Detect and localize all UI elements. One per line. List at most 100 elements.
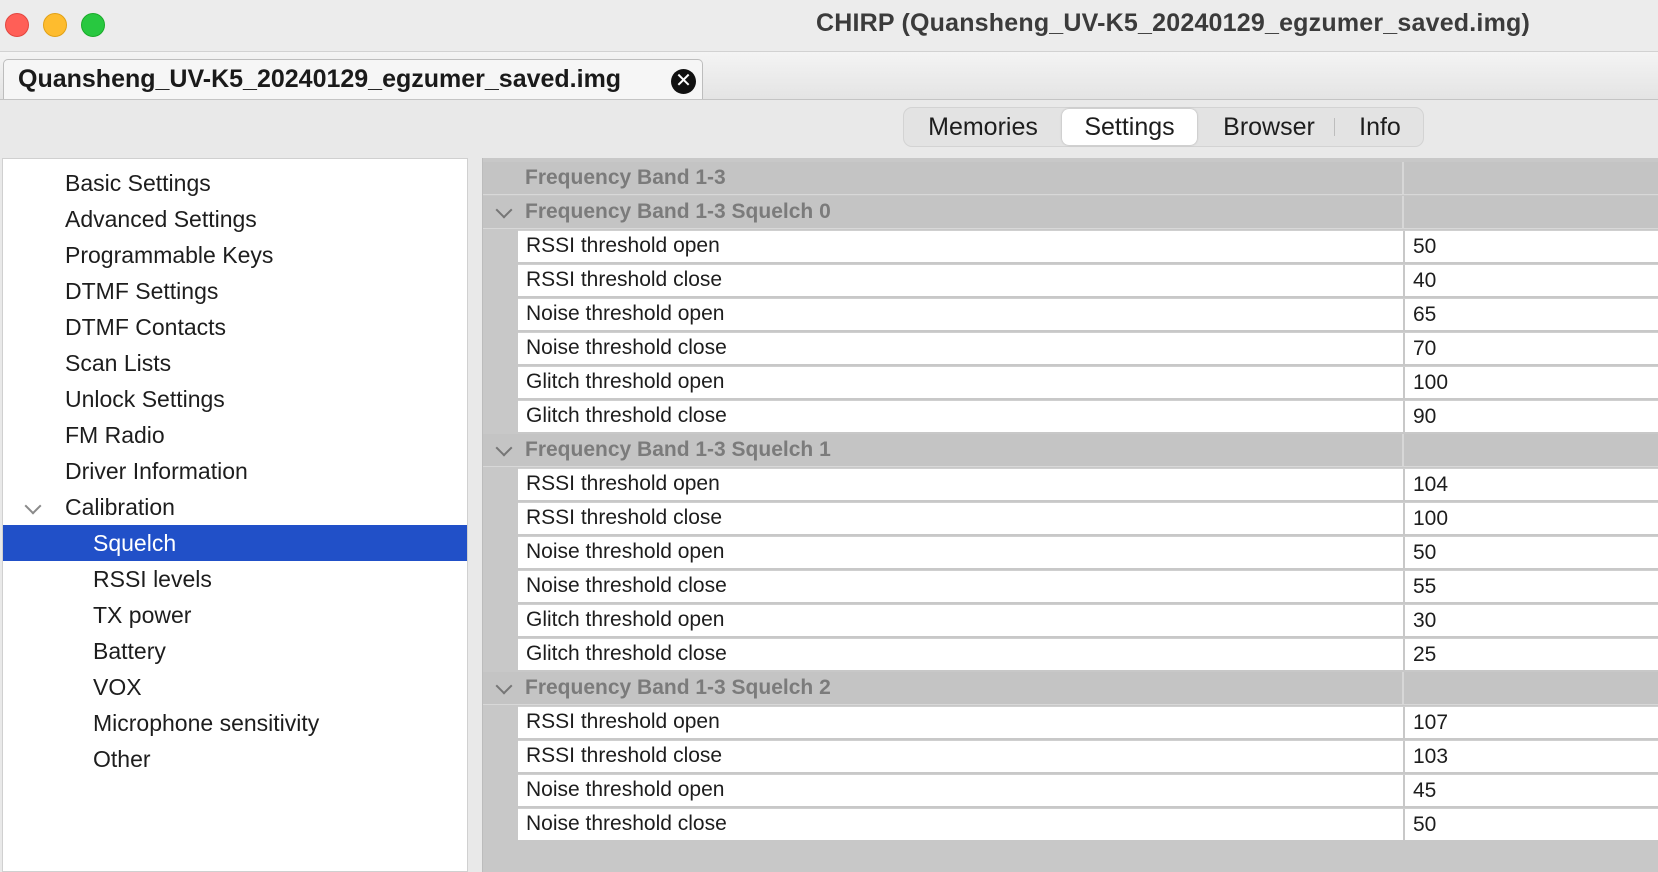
setting-row: Glitch threshold close 25 <box>518 638 1658 670</box>
setting-value[interactable]: 70 <box>1403 333 1658 364</box>
tree-item-other[interactable]: Other <box>3 741 467 777</box>
setting-name: RSSI threshold open <box>526 472 720 495</box>
setting-value[interactable]: 104 <box>1403 469 1658 500</box>
setting-name: Noise threshold close <box>526 812 727 835</box>
column-separator <box>1402 162 1404 195</box>
tree-item-label: Microphone sensitivity <box>93 710 320 736</box>
tab-browser[interactable]: Browser <box>1204 108 1334 146</box>
tree-item-driver-information[interactable]: Driver Information <box>3 453 467 489</box>
chevron-down-icon[interactable] <box>24 497 42 515</box>
tree-item-microphone-sensitivity[interactable]: Microphone sensitivity <box>3 705 467 741</box>
tree-item-label: DTMF Settings <box>65 278 219 304</box>
setting-name: Glitch threshold open <box>526 608 725 631</box>
setting-value[interactable]: 50 <box>1403 537 1658 568</box>
tree-item-label: VOX <box>93 674 142 700</box>
tree-item-fm-radio[interactable]: FM Radio <box>3 417 467 453</box>
setting-name: Noise threshold open <box>526 302 725 325</box>
group-row[interactable]: Frequency Band 1-3 Squelch 2 <box>483 672 1658 705</box>
setting-value[interactable]: 100 <box>1403 503 1658 534</box>
setting-name: Glitch threshold open <box>526 370 725 393</box>
tree-item-label: Unlock Settings <box>65 386 225 412</box>
tab-info[interactable]: Info <box>1337 108 1423 146</box>
setting-row: RSSI threshold close 103 <box>518 740 1658 772</box>
setting-value[interactable]: 65 <box>1403 299 1658 330</box>
tree-item-label: Scan Lists <box>65 350 172 376</box>
setting-row: Glitch threshold open 100 <box>518 366 1658 398</box>
setting-value[interactable]: 25 <box>1403 639 1658 670</box>
setting-value[interactable]: 30 <box>1403 605 1658 636</box>
setting-value[interactable]: 50 <box>1403 231 1658 262</box>
tree-item-basic-settings[interactable]: Basic Settings <box>3 165 467 201</box>
setting-value[interactable]: 100 <box>1403 367 1658 398</box>
setting-row: Glitch threshold open 30 <box>518 604 1658 636</box>
band-header-label: Frequency Band 1-3 <box>525 166 726 189</box>
tab-separator <box>1334 118 1335 136</box>
tree-item-label: Advanced Settings <box>65 206 257 232</box>
tree-item-label: Squelch <box>93 530 177 556</box>
setting-name: Noise threshold open <box>526 778 725 801</box>
group-row[interactable]: Frequency Band 1-3 Squelch 1 <box>483 434 1658 467</box>
chevron-down-icon[interactable] <box>495 201 513 219</box>
window-title: CHIRP (Quansheng_UV-K5_20240129_egzumer_… <box>815 9 1530 37</box>
settings-table: Frequency Band 1-3 Frequency Band 1-3 Squ… <box>482 158 1658 872</box>
setting-value[interactable]: 50 <box>1403 809 1658 840</box>
setting-row: Noise threshold close 70 <box>518 332 1658 364</box>
chevron-down-icon[interactable] <box>495 677 513 695</box>
tree-item-label: Driver Information <box>65 458 248 484</box>
document-tab[interactable]: Quansheng_UV-K5_20240129_egzumer_saved.i… <box>3 59 703 99</box>
column-separator <box>1402 672 1404 705</box>
setting-value[interactable]: 55 <box>1403 571 1658 602</box>
minimize-window-button[interactable] <box>43 13 67 37</box>
tree-item-label: Battery <box>93 638 166 664</box>
tree-item-label: DTMF Contacts <box>65 314 227 340</box>
tree-item-squelch[interactable]: Squelch <box>3 525 467 561</box>
setting-value[interactable]: 40 <box>1403 265 1658 296</box>
setting-name: Glitch threshold close <box>526 404 727 427</box>
tree-item-calibration[interactable]: Calibration <box>3 489 467 525</box>
setting-name: Noise threshold close <box>526 574 727 597</box>
chevron-down-icon[interactable] <box>495 439 513 457</box>
setting-row: RSSI threshold close 40 <box>518 264 1658 296</box>
setting-name: RSSI threshold open <box>526 710 720 733</box>
group-title: Frequency Band 1-3 Squelch 1 <box>525 438 831 461</box>
setting-row: RSSI threshold open 50 <box>518 230 1658 262</box>
setting-row: RSSI threshold open 104 <box>518 468 1658 500</box>
tree-item-dtmf-settings[interactable]: DTMF Settings <box>3 273 467 309</box>
tree-item-unlock-settings[interactable]: Unlock Settings <box>3 381 467 417</box>
setting-value[interactable]: 103 <box>1403 741 1658 772</box>
column-separator <box>1402 196 1404 229</box>
tree-item-programmable-keys[interactable]: Programmable Keys <box>3 237 467 273</box>
view-tabs: Memories Settings Browser Info <box>903 107 1424 147</box>
settings-tree: Basic Settings Advanced Settings Programma… <box>2 158 468 872</box>
setting-value[interactable]: 107 <box>1403 707 1658 738</box>
setting-name: RSSI threshold close <box>526 268 723 291</box>
close-icon[interactable]: ✕ <box>671 69 696 94</box>
zoom-window-button[interactable] <box>81 13 105 37</box>
tab-memories[interactable]: Memories <box>904 108 1062 146</box>
tree-item-battery[interactable]: Battery <box>3 633 467 669</box>
setting-name: RSSI threshold open <box>526 234 720 257</box>
tree-item-label: Calibration <box>65 494 175 520</box>
setting-value[interactable]: 90 <box>1403 401 1658 432</box>
setting-row: Glitch threshold close 90 <box>518 400 1658 432</box>
group-title: Frequency Band 1-3 Squelch 2 <box>525 676 831 699</box>
tree-item-label: Basic Settings <box>65 170 211 196</box>
setting-row: Noise threshold close 50 <box>518 808 1658 840</box>
tree-item-advanced-settings[interactable]: Advanced Settings <box>3 201 467 237</box>
setting-row: Noise threshold open 50 <box>518 536 1658 568</box>
tree-item-vox[interactable]: VOX <box>3 669 467 705</box>
close-window-button[interactable] <box>5 13 29 37</box>
setting-name: Noise threshold close <box>526 336 727 359</box>
setting-row: Noise threshold open 45 <box>518 774 1658 806</box>
setting-value[interactable]: 45 <box>1403 775 1658 806</box>
group-row[interactable]: Frequency Band 1-3 Squelch 0 <box>483 196 1658 229</box>
tab-settings[interactable]: Settings <box>1062 109 1197 145</box>
setting-row: Noise threshold close 55 <box>518 570 1658 602</box>
setting-row: Noise threshold open 65 <box>518 298 1658 330</box>
tree-item-rssi-levels[interactable]: RSSI levels <box>3 561 467 597</box>
tree-item-scan-lists[interactable]: Scan Lists <box>3 345 467 381</box>
document-tab-strip: Quansheng_UV-K5_20240129_egzumer_saved.i… <box>0 52 1658 100</box>
setting-row: RSSI threshold close 100 <box>518 502 1658 534</box>
tree-item-tx-power[interactable]: TX power <box>3 597 467 633</box>
tree-item-dtmf-contacts[interactable]: DTMF Contacts <box>3 309 467 345</box>
